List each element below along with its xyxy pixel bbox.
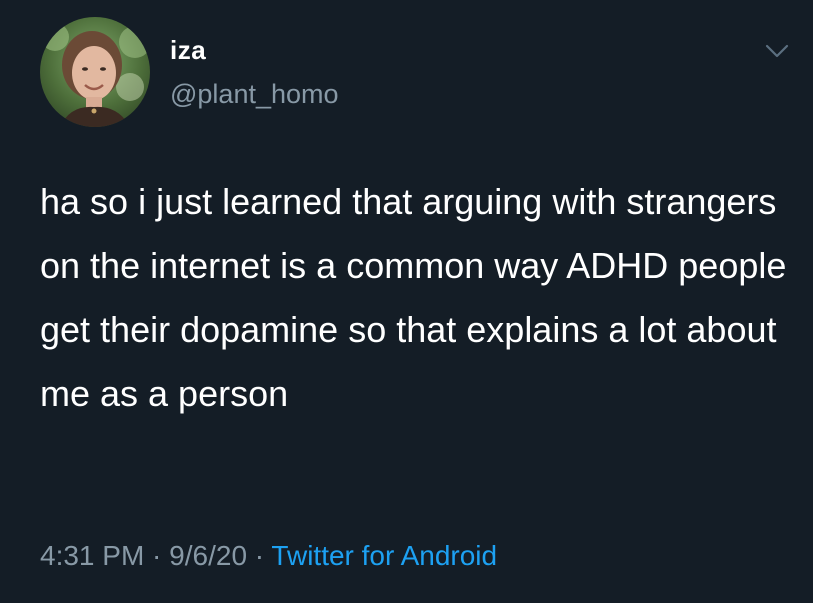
- chevron-down-icon[interactable]: [763, 40, 791, 62]
- meta-separator: ·: [144, 540, 170, 571]
- tweet-text: ha so i just learned that arguing with s…: [40, 181, 797, 414]
- tweet-metadata: 4:31 PM · 9/6/20 · Twitter for Android: [40, 540, 497, 572]
- tweet-card: iza @plant_homo ha so i just learned tha…: [0, 0, 813, 603]
- tweet-time[interactable]: 4:31 PM: [40, 540, 144, 571]
- user-handle[interactable]: @plant_homo: [170, 79, 339, 110]
- display-name[interactable]: iza: [170, 35, 206, 66]
- avatar[interactable]: [40, 17, 150, 127]
- tweet-date[interactable]: 9/6/20: [169, 540, 247, 571]
- tweet-source-link[interactable]: Twitter for Android: [271, 540, 497, 571]
- avatar-image: [40, 17, 150, 127]
- meta-separator: ·: [247, 540, 272, 571]
